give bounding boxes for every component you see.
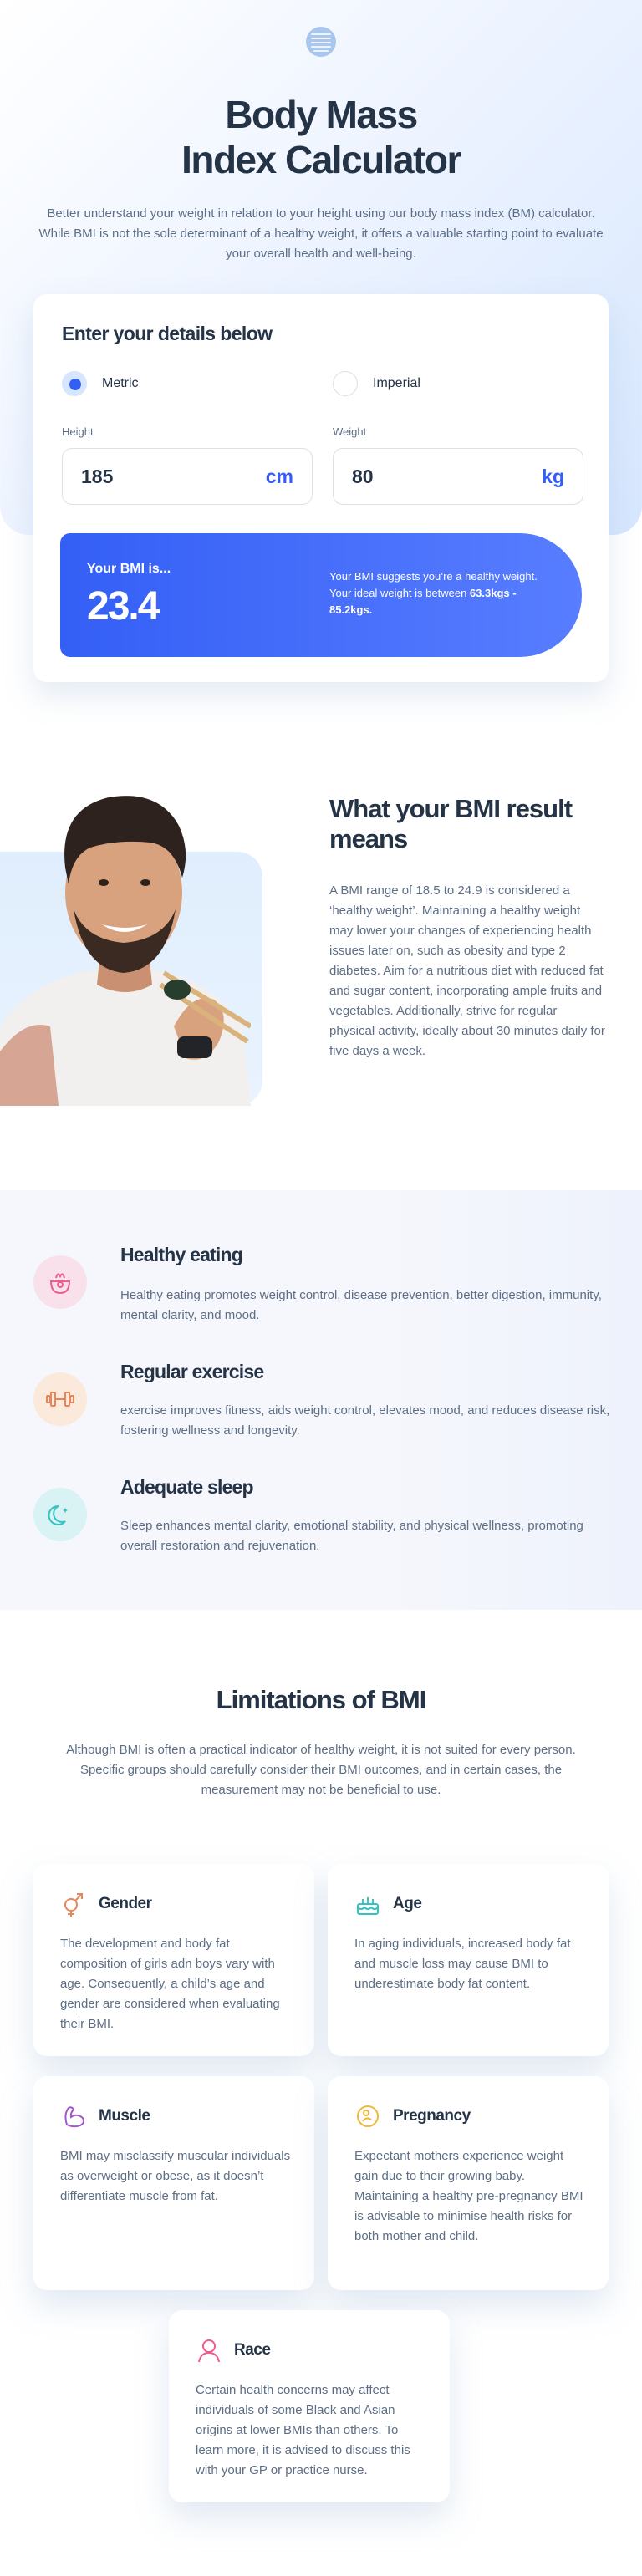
limitation-card-muscle: Muscle BMI may misclassify muscular indi… — [33, 2076, 314, 2290]
imperial-radio[interactable]: Imperial — [333, 371, 420, 396]
height-label: Height — [62, 425, 94, 438]
metric-radio-label: Metric — [102, 376, 139, 390]
bmi-result-label: Your BMI is... — [87, 562, 171, 576]
imperial-radio-label: Imperial — [373, 376, 420, 390]
birthday-cake-icon — [357, 1897, 379, 1915]
metric-radio[interactable]: Metric — [62, 371, 139, 396]
tip-title-adequate-sleep: Adequate sleep — [120, 1476, 254, 1498]
limitation-text-pregnancy: Expectant mothers experience weight gain… — [354, 2149, 583, 2243]
page-title-line1: Body Mass — [225, 93, 418, 136]
tip-title-healthy-eating: Healthy eating — [120, 1244, 243, 1265]
limitation-text-muscle: BMI may misclassify muscular individuals… — [60, 2149, 291, 2203]
intro-text: Better understand your weight in relatio… — [38, 206, 604, 261]
limitations-text: Although BMI is often a practical indica… — [66, 1743, 576, 1797]
limitation-text-age: In aging individuals, increased body fat… — [354, 1937, 571, 1991]
tip-title-regular-exercise: Regular exercise — [120, 1361, 264, 1382]
logo-icon — [306, 27, 336, 57]
moon-icon — [33, 1488, 87, 1541]
height-value[interactable]: 185 — [81, 466, 113, 488]
weight-value[interactable]: 80 — [352, 466, 374, 488]
weight-label: Weight — [333, 425, 367, 438]
limitation-title-age: Age — [393, 1895, 422, 1912]
limitation-title-muscle: Muscle — [99, 2107, 150, 2125]
bmi-calculator-card: Enter your details below Metric Imperial… — [33, 294, 609, 682]
tip-text-regular-exercise: exercise improves fitness, aids weight c… — [120, 1403, 610, 1438]
limitation-text-race: Certain health concerns may affect indiv… — [196, 2383, 410, 2477]
page-title-line2: Index Calculator — [181, 138, 461, 181]
man-eating-sushi-image — [0, 796, 251, 1106]
pregnancy-icon — [357, 2105, 379, 2127]
bmi-result-value: 23.4 — [87, 584, 160, 629]
limitation-card-pregnancy: Pregnancy Expectant mothers experience w… — [328, 2076, 609, 2290]
dumbbell-icon — [33, 1372, 87, 1426]
limitation-title-race: Race — [234, 2341, 271, 2359]
limitation-card-race: Race Certain health concerns may affect … — [169, 2310, 450, 2502]
eating-icon — [33, 1255, 87, 1309]
race-icon — [198, 2339, 220, 2363]
limitation-card-gender: Gender The development and body fat comp… — [33, 1864, 314, 2056]
height-unit: cm — [265, 465, 293, 487]
meaning-title: What your BMI result means — [329, 794, 573, 853]
gender-icon — [64, 1893, 83, 1917]
limitation-text-gender: The development and body fat composition… — [60, 1937, 280, 2031]
limitation-title-pregnancy: Pregnancy — [393, 2107, 471, 2125]
muscle-icon — [64, 2106, 84, 2128]
meaning-text: A BMI range of 18.5 to 24.9 is considere… — [329, 883, 605, 1058]
radio-selected-icon[interactable] — [62, 371, 87, 396]
page-title: Body Mass Index Calculator — [0, 92, 642, 182]
tip-text-healthy-eating: Healthy eating promotes weight control, … — [120, 1288, 602, 1322]
tip-text-adequate-sleep: Sleep enhances mental clarity, emotional… — [120, 1519, 583, 1553]
weight-unit: kg — [542, 465, 564, 487]
limitation-card-age: Age In aging individuals, increased body… — [328, 1864, 609, 2056]
bmi-result-panel: Your BMI is... 23.4 Your BMI suggests yo… — [60, 533, 582, 657]
weight-field[interactable]: 80 kg — [333, 448, 583, 505]
height-field[interactable]: 185 cm — [62, 448, 313, 505]
calculator-heading: Enter your details below — [62, 323, 273, 344]
bmi-result-description: Your BMI suggests you’re a healthy weigh… — [329, 568, 538, 619]
limitations-title: Limitations of BMI — [216, 1685, 427, 1714]
radio-unselected-icon[interactable] — [333, 371, 358, 396]
limitation-title-gender: Gender — [99, 1895, 152, 1912]
